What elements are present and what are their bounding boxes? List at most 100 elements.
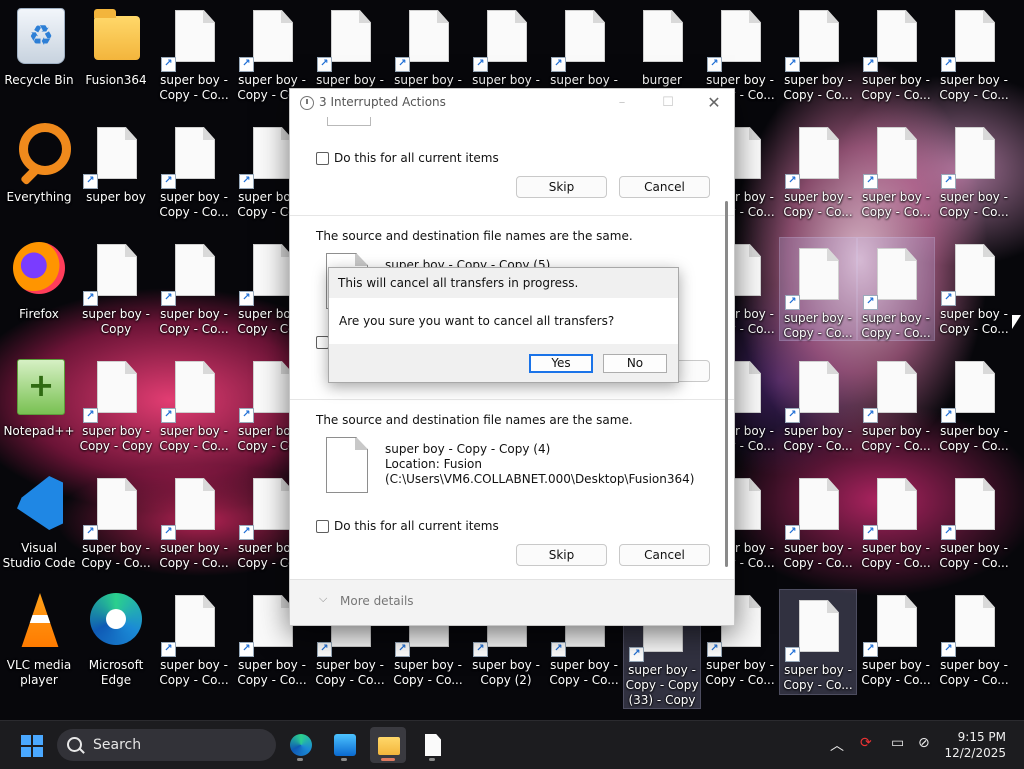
shortcut-arrow-icon: ↗	[239, 291, 254, 306]
chevron-down-icon[interactable]: ⌵	[319, 592, 327, 606]
desktop-file-icon[interactable]: ↗ super boy - Copy	[78, 234, 154, 344]
desktop-file-icon[interactable]: ↗super boy - Copy - Co...	[936, 117, 1012, 227]
file-icon	[97, 361, 137, 413]
taskbar-clock[interactable]: 9:15 PM 12/2/2025	[944, 729, 1006, 761]
file-icon	[409, 10, 449, 62]
desktop-icon-vscode[interactable]: Visual Studio Code	[1, 468, 77, 578]
confirm-body: Are you sure you want to cancel all tran…	[329, 298, 678, 344]
desktop-file-icon[interactable]: ↗super boy - Copy - Co...	[156, 234, 232, 344]
shortcut-arrow-icon: ↗	[161, 174, 176, 189]
file-icon	[175, 595, 215, 647]
scrollbar[interactable]	[725, 201, 728, 567]
do-for-all-checkbox[interactable]	[316, 152, 329, 165]
desktop-file-icon[interactable]: ↗super boy - Copy - Co...	[858, 585, 934, 695]
maximize-button[interactable]: ☐	[646, 89, 690, 117]
shortcut-arrow-icon: ↗	[707, 57, 722, 72]
desktop-file-icon[interactable]: ↗super boy - Copy - Co...	[858, 468, 934, 578]
skip-button[interactable]: Skip	[516, 176, 607, 198]
file-icon	[253, 361, 293, 413]
desktop-file-icon-selected[interactable]: ↗ super boy - Copy - Co...	[779, 589, 857, 695]
section-heading: The source and destination file names ar…	[316, 413, 633, 427]
desktop-file-icon[interactable]: ↗super boy - Copy - Co...	[936, 585, 1012, 695]
desktop-file-icon[interactable]: ↗super boy - Copy - Co...	[858, 117, 934, 227]
desktop-icon-label: super boy - Copy - Co...	[939, 541, 1009, 570]
desktop-icon-label: super boy - Copy	[82, 307, 150, 336]
network-icon[interactable]: ▭	[891, 735, 904, 751]
desktop-icon-notepad-plus-plus[interactable]: Notepad++	[1, 351, 77, 461]
desktop-file-icon[interactable]: ↗super boy - Copy - Co...	[936, 351, 1012, 461]
desktop-file-icon[interactable]: ↗super boy - Copy - Co...	[858, 351, 934, 461]
taskbar-photos-button[interactable]	[326, 727, 362, 763]
desktop-icon-label: super boy - Copy - Co...	[861, 541, 931, 570]
desktop-file-icon[interactable]: ↗super boy - Copy - Co...	[156, 351, 232, 461]
shortcut-arrow-icon: ↗	[161, 525, 176, 540]
file-icon	[253, 595, 293, 647]
desktop-file-icon-hovered[interactable]: ↗ super boy - Copy - Co...	[857, 237, 935, 341]
desktop-file-icon[interactable]: ↗super boy - Copy - Co...	[858, 0, 934, 110]
desktop-icon-everything[interactable]: Everything	[1, 117, 77, 227]
do-for-all-checkbox[interactable]	[316, 520, 329, 533]
section-divider	[290, 215, 734, 216]
taskbar-notepad-button[interactable]	[414, 727, 450, 763]
taskbar-edge-button[interactable]	[282, 727, 318, 763]
desktop-file-icon[interactable]: ↗super boy - Copy - Co...	[936, 234, 1012, 344]
desktop-icon-vlc[interactable]: VLC media player	[1, 585, 77, 695]
confirm-title: This will cancel all transfers in progre…	[338, 276, 579, 290]
desktop-file-icon[interactable]: ↗super boy - Copy - Co...	[156, 0, 232, 110]
windows-start-button[interactable]	[21, 735, 43, 757]
desktop-icon-label: Recycle Bin	[4, 73, 74, 87]
desktop-icon-label: super boy - Copy - Co...	[783, 541, 853, 570]
checkbox-label: Do this for all current items	[334, 151, 499, 165]
chevron-up-icon[interactable]: ︿	[830, 735, 844, 755]
desktop-icon-microsoft-edge[interactable]: Microsoft Edge	[78, 585, 154, 695]
dialog-footer: ⌵ More details	[290, 579, 734, 625]
minimize-button[interactable]: –	[600, 89, 644, 117]
shortcut-arrow-icon: ↗	[785, 408, 800, 423]
file-details: super boy - Copy - Copy (4) Location: Fu…	[385, 442, 694, 487]
skip-button[interactable]: Skip	[516, 544, 607, 566]
desktop-icon-recycle-bin[interactable]: Recycle Bin	[1, 0, 77, 110]
desktop-icon-label: super boy - Copy - Co...	[939, 73, 1009, 102]
dialog-titlebar[interactable]: 3 Interrupted Actions – ☐ ✕	[290, 89, 734, 117]
desktop-file-icon[interactable]: ↗super boy - Copy - Co...	[78, 468, 154, 578]
sync-icon[interactable]: ⟳	[860, 735, 872, 751]
file-location: Location: Fusion	[385, 457, 482, 471]
desktop-icon-label: super boy - Copy - Co...	[861, 190, 931, 219]
desktop-file-icon[interactable]: ↗super boy - Copy - Co...	[156, 585, 232, 695]
desktop-file-icon[interactable]: ↗super boy - Copy - Co...	[936, 468, 1012, 578]
desktop-file-icon[interactable]: ↗super boy - Copy - Co...	[780, 351, 856, 461]
taskbar-file-explorer-button[interactable]	[370, 727, 406, 763]
file-icon	[799, 478, 839, 530]
volume-muted-icon[interactable]: ⊘	[918, 735, 930, 751]
desktop-file-icon[interactable]: ↗ super boy - Copy - Copy	[78, 351, 154, 461]
desktop-file-icon[interactable]: ↗ super boy	[78, 117, 154, 227]
desktop-file-icon-hovered[interactable]: ↗ super boy - Copy - Co...	[779, 237, 857, 341]
vscode-icon	[17, 476, 63, 530]
shortcut-arrow-icon: ↗	[863, 408, 878, 423]
desktop-icon-label: super boy - Copy - Co...	[939, 190, 1009, 219]
no-button[interactable]: No	[603, 354, 667, 373]
file-icon	[97, 244, 137, 296]
shortcut-arrow-icon: ↗	[551, 642, 566, 657]
cancel-button[interactable]: Cancel	[619, 176, 710, 198]
shortcut-arrow-icon: ↗	[395, 642, 410, 657]
desktop-file-icon[interactable]: ↗super boy - Copy - Co...	[780, 0, 856, 110]
clock-time: 9:15 PM	[957, 730, 1006, 744]
close-button[interactable]: ✕	[692, 89, 734, 117]
desktop-icon-fusion364[interactable]: Fusion364	[78, 0, 154, 110]
file-icon	[253, 478, 293, 530]
yes-button[interactable]: Yes	[529, 354, 593, 373]
desktop-file-icon[interactable]: ↗super boy - Copy - Co...	[156, 117, 232, 227]
desktop-icon-label: super boy - Copy - Co...	[939, 307, 1009, 336]
more-details-link[interactable]: More details	[340, 594, 414, 608]
cancel-button[interactable]: Cancel	[619, 544, 710, 566]
desktop-icon-label: super boy - Copy (2)	[472, 658, 540, 687]
desktop-file-icon[interactable]: ↗super boy - Copy - Co...	[780, 468, 856, 578]
taskbar-search-box[interactable]: Search	[57, 729, 276, 761]
desktop-file-icon[interactable]: ↗super boy - Copy - Co...	[156, 468, 232, 578]
confirm-titlebar[interactable]: This will cancel all transfers in progre…	[329, 268, 678, 298]
file-icon	[955, 478, 995, 530]
desktop-file-icon[interactable]: ↗super boy - Copy - Co...	[780, 117, 856, 227]
desktop-file-icon[interactable]: ↗super boy - Copy - Co...	[936, 0, 1012, 110]
desktop-icon-firefox[interactable]: Firefox	[1, 234, 77, 344]
